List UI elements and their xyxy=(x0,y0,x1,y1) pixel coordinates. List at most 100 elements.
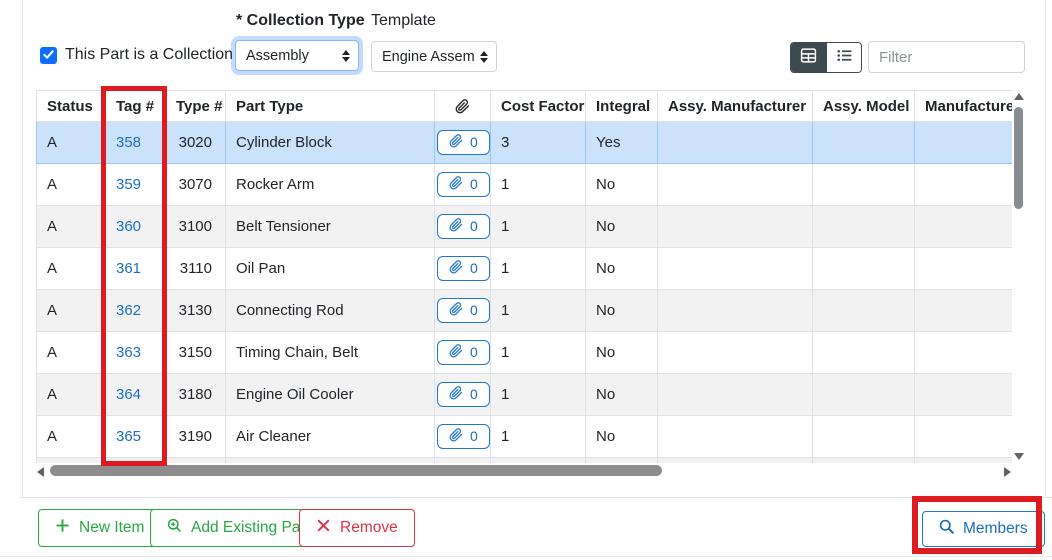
add-existing-part-label: Add Existing Part xyxy=(191,519,310,536)
cell-assy_manufacturer xyxy=(657,163,813,206)
cell-manufacturer xyxy=(914,163,1012,206)
column-header-manufacturer: Manufacturer xyxy=(914,90,1012,122)
cell-type: 3020 xyxy=(165,121,226,164)
tag-number-link[interactable]: 365 xyxy=(116,428,141,445)
cell-type: 3110 xyxy=(165,247,226,290)
attachments-button[interactable]: 0 xyxy=(437,171,490,198)
cell-manufacturer xyxy=(914,121,1012,164)
table-row[interactable]: A 365 3190 Air Cleaner 0 1 No xyxy=(36,415,1012,458)
cell-assy_model xyxy=(812,163,915,206)
collection-checkbox-label: This Part is a Collection xyxy=(65,46,234,63)
column-header-assy_manufacturer: Assy. Manufacturer xyxy=(657,90,813,122)
paperclip-icon xyxy=(449,301,463,320)
attachments-button[interactable]: 0 xyxy=(437,255,490,282)
tag-number-link[interactable]: 361 xyxy=(116,260,141,277)
cell-assy_model xyxy=(812,415,915,458)
scroll-up-arrow-icon[interactable] xyxy=(1014,93,1024,100)
paperclip-icon xyxy=(449,259,463,278)
cell-assy_model xyxy=(812,247,915,290)
tag-number-link[interactable]: 362 xyxy=(116,302,141,319)
attachment-count: 0 xyxy=(470,134,478,151)
table-body: A 358 3020 Cylinder Block 0 3 Yes A 359 3070 Rocke… xyxy=(36,121,1012,463)
view-toggle-group xyxy=(790,42,862,73)
cell-status: A xyxy=(36,247,106,290)
attachments-button[interactable]: 0 xyxy=(437,213,490,240)
cell-attach: 0 xyxy=(434,163,491,206)
horizontal-scrollbar-thumb[interactable] xyxy=(50,465,662,476)
attachments-column-header xyxy=(434,90,491,122)
filter-input[interactable] xyxy=(868,41,1025,73)
template-select[interactable]: Engine Assembly xyxy=(371,41,497,72)
cell-cost_factor: 1 xyxy=(490,331,586,374)
table-row[interactable]: A 361 3110 Oil Pan 0 1 No xyxy=(36,247,1012,290)
cell-status: A xyxy=(36,373,106,416)
horizontal-scrollbar[interactable] xyxy=(36,464,1012,478)
new-item-button[interactable]: New Item xyxy=(38,509,162,547)
scroll-left-arrow-icon[interactable] xyxy=(37,467,44,477)
attachments-button[interactable]: 0 xyxy=(437,423,490,450)
paperclip-icon xyxy=(455,98,470,115)
scroll-down-arrow-icon[interactable] xyxy=(1014,453,1024,460)
cell-cost_factor: 1 xyxy=(490,205,586,248)
tag-number-link[interactable]: 358 xyxy=(116,134,141,151)
cell-manufacturer xyxy=(914,331,1012,374)
chevron-up-down-icon xyxy=(342,49,350,62)
table-row[interactable] xyxy=(36,457,1012,463)
parts-table-container: Status Tag # Type # Part Type Cost Factor Int… xyxy=(36,90,1012,463)
attachment-count: 0 xyxy=(470,176,478,193)
cell-assy_manufacturer xyxy=(657,205,813,248)
cell-attach: 0 xyxy=(434,415,491,458)
collection-type-select[interactable]: Assembly xyxy=(235,40,359,71)
cell-part_type xyxy=(225,457,435,463)
column-header-status: Status xyxy=(36,90,106,122)
tag-number-link[interactable]: 364 xyxy=(116,386,141,403)
attachments-button[interactable]: 0 xyxy=(437,129,490,156)
table-row[interactable]: A 362 3130 Connecting Rod 0 1 No xyxy=(36,289,1012,332)
list-icon xyxy=(836,47,853,68)
cell-assy_manufacturer xyxy=(657,415,813,458)
table-row[interactable]: A 363 3150 Timing Chain, Belt 0 1 No xyxy=(36,331,1012,374)
collection-type-label: * Collection Type xyxy=(236,12,365,29)
scroll-right-arrow-icon[interactable] xyxy=(1004,467,1011,477)
paperclip-icon xyxy=(449,427,463,446)
tag-number-link[interactable]: 359 xyxy=(116,176,141,193)
attachment-count: 0 xyxy=(470,386,478,403)
cell-attach: 0 xyxy=(434,289,491,332)
column-header-integral: Integral xyxy=(585,90,658,122)
attachment-count: 0 xyxy=(470,218,478,235)
cell-integral: No xyxy=(585,205,658,248)
cell-status: A xyxy=(36,121,106,164)
remove-button[interactable]: Remove xyxy=(299,509,415,547)
table-row[interactable]: A 360 3100 Belt Tensioner 0 1 No xyxy=(36,205,1012,248)
cell-integral xyxy=(585,457,658,463)
panel-left-border xyxy=(22,0,23,497)
table-row[interactable]: A 358 3020 Cylinder Block 0 3 Yes xyxy=(36,121,1012,164)
column-header-tag: Tag # xyxy=(105,90,166,122)
list-view-button[interactable] xyxy=(826,43,861,72)
table-row[interactable]: A 359 3070 Rocker Arm 0 1 No xyxy=(36,163,1012,206)
parts-table: Status Tag # Type # Part Type Cost Factor Int… xyxy=(36,90,1012,463)
cell-status: A xyxy=(36,415,106,458)
attachment-count: 0 xyxy=(470,344,478,361)
cell-cost_factor: 1 xyxy=(490,247,586,290)
attachments-button[interactable]: 0 xyxy=(437,339,490,366)
attachment-count: 0 xyxy=(470,428,478,445)
cell-status: A xyxy=(36,289,106,332)
members-button[interactable]: Members xyxy=(922,511,1045,547)
tag-number-link[interactable]: 360 xyxy=(116,218,141,235)
attachment-count: 0 xyxy=(470,260,478,277)
cell-assy_model xyxy=(812,121,915,164)
table-row[interactable]: A 364 3180 Engine Oil Cooler 0 1 No xyxy=(36,373,1012,416)
vertical-scrollbar[interactable] xyxy=(1013,90,1025,463)
cell-type: 3130 xyxy=(165,289,226,332)
cell-tag: 358 xyxy=(105,121,166,164)
attachments-button[interactable]: 0 xyxy=(437,381,490,408)
cell-assy_manufacturer xyxy=(657,289,813,332)
collection-checkbox[interactable] xyxy=(40,47,57,64)
cell-cost_factor: 1 xyxy=(490,373,586,416)
grid-view-button[interactable] xyxy=(791,43,826,72)
vertical-scrollbar-thumb[interactable] xyxy=(1014,107,1023,209)
attachments-button[interactable]: 0 xyxy=(437,297,490,324)
cell-attach: 0 xyxy=(434,205,491,248)
tag-number-link[interactable]: 363 xyxy=(116,344,141,361)
